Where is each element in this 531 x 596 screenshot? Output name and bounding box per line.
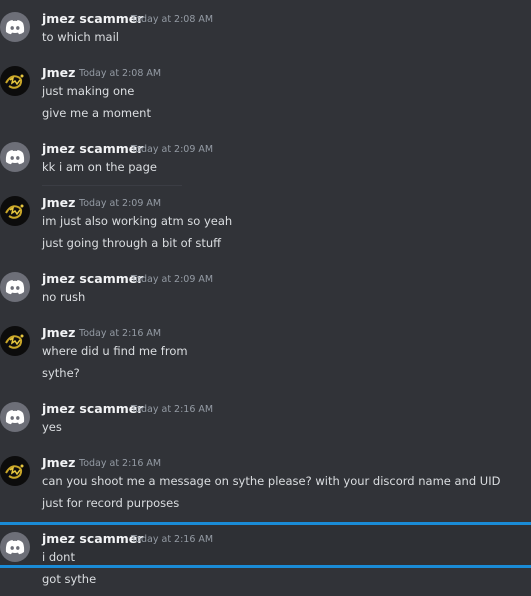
chat-message-list[interactable]: jmez scammer Today at 2:08 AM to which m… (0, 0, 531, 596)
avatar[interactable] (0, 66, 30, 96)
message-text: can you shoot me a message on sythe plea… (42, 474, 501, 488)
message-text: got sythe (42, 572, 97, 586)
message-text: yes (42, 420, 62, 434)
jmez-logo-icon (5, 74, 24, 89)
message-text: just making one (42, 84, 135, 98)
message-text: kk i am on the page (42, 160, 157, 174)
highlight-top-border (0, 522, 531, 525)
jmez-logo-icon (5, 334, 24, 349)
avatar[interactable] (0, 326, 30, 356)
avatar[interactable] (0, 196, 30, 226)
avatar[interactable] (0, 142, 30, 172)
jmez-logo-icon (5, 204, 24, 219)
timestamp: Today at 2:08 AM (131, 14, 214, 25)
message-text: just going through a bit of stuff (42, 236, 222, 250)
message-text: to which mail (42, 30, 119, 44)
message-text: im just also working atm so yeah (42, 214, 233, 228)
username[interactable]: jmez scammer (42, 531, 143, 547)
discord-logo-icon (5, 410, 25, 425)
timestamp: Today at 2:16 AM (79, 458, 162, 469)
username[interactable]: Jmez (42, 325, 75, 341)
message-text: just for record purposes (42, 496, 180, 510)
message-text: no rush (42, 290, 86, 304)
timestamp: Today at 2:16 AM (79, 328, 162, 339)
avatar[interactable] (0, 456, 30, 486)
discord-logo-icon (5, 280, 25, 295)
avatar[interactable] (0, 402, 30, 432)
discord-logo-icon (5, 20, 25, 35)
avatar[interactable] (0, 532, 30, 562)
timestamp: Today at 2:09 AM (79, 198, 162, 209)
message-text: where did u find me from (42, 344, 188, 358)
discord-logo-icon (5, 150, 25, 165)
username[interactable]: Jmez (42, 65, 75, 81)
message-text: sythe? (42, 366, 80, 380)
username[interactable]: jmez scammer (42, 11, 143, 27)
message-divider (42, 185, 182, 186)
username[interactable]: Jmez (42, 195, 75, 211)
avatar[interactable] (0, 272, 30, 302)
message-text: give me a moment (42, 106, 151, 120)
timestamp: Today at 2:08 AM (79, 68, 162, 79)
username[interactable]: Jmez (42, 455, 75, 471)
username[interactable]: jmez scammer (42, 141, 143, 157)
timestamp: Today at 2:16 AM (131, 534, 214, 545)
timestamp: Today at 2:16 AM (131, 404, 214, 415)
highlight-bottom-border (0, 565, 531, 568)
timestamp: Today at 2:09 AM (131, 274, 214, 285)
username[interactable]: jmez scammer (42, 401, 143, 417)
avatar[interactable] (0, 12, 30, 42)
timestamp: Today at 2:09 AM (131, 144, 214, 155)
discord-logo-icon (5, 540, 25, 555)
jmez-logo-icon (5, 464, 24, 479)
username[interactable]: jmez scammer (42, 271, 143, 287)
message-text: i dont (42, 550, 75, 564)
